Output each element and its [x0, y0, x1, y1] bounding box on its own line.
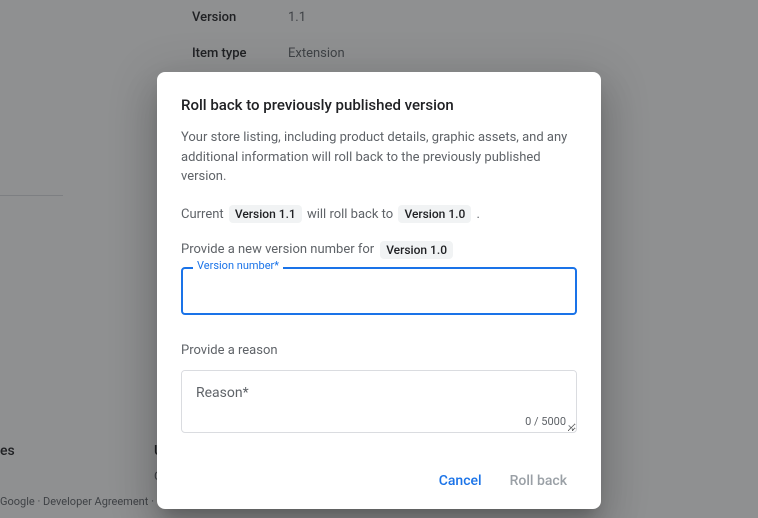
rollback-dialog: Roll back to previously published versio…	[157, 72, 601, 509]
rollback-confirm-button[interactable]: Roll back	[500, 465, 577, 497]
dialog-actions: Cancel Roll back	[181, 465, 577, 497]
resize-handle-icon	[565, 421, 575, 431]
current-label: Current	[181, 207, 224, 222]
provide-version-label: Provide a new version number for	[181, 242, 374, 257]
reason-input[interactable]	[182, 371, 576, 411]
modal-overlay[interactable]: Roll back to previously published versio…	[0, 0, 758, 518]
reason-char-count: 0 / 5000	[182, 415, 576, 432]
version-field-label-line: Provide a new version number for Version…	[181, 241, 577, 259]
reason-label: Provide a reason	[181, 343, 577, 358]
dialog-description: Your store listing, including product de…	[181, 128, 577, 187]
provide-version-chip: Version 1.0	[380, 241, 453, 259]
reason-field-wrapper: 0 / 5000	[181, 370, 577, 433]
version-number-input[interactable]	[181, 267, 577, 315]
cancel-button[interactable]: Cancel	[429, 465, 492, 497]
version-number-field-group: Provide a new version number for Version…	[181, 241, 577, 315]
version-current-chip: Version 1.1	[229, 205, 302, 223]
dialog-title: Roll back to previously published versio…	[181, 96, 577, 114]
will-roll-back-text: will roll back to	[307, 207, 393, 222]
period: .	[477, 207, 480, 222]
version-target-chip: Version 1.0	[398, 205, 471, 223]
version-floating-label: Version number*	[193, 259, 283, 272]
dialog-rollback-summary: Current Version 1.1 will roll back to Ve…	[181, 205, 577, 223]
